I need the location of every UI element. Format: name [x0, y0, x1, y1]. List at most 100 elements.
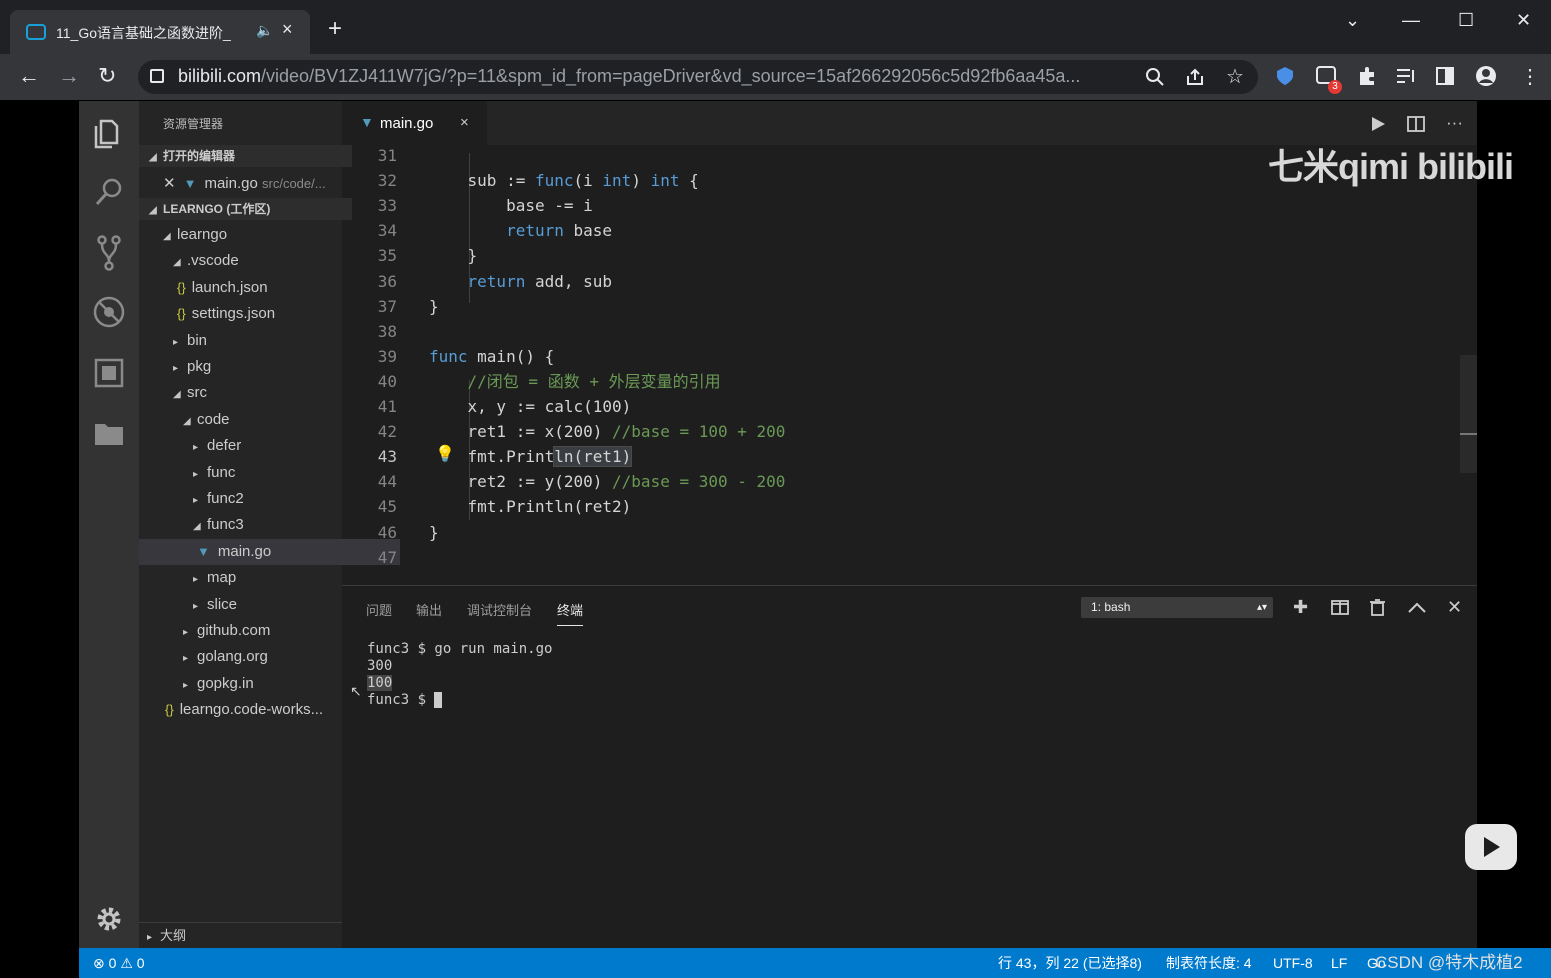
browser-menu-icon[interactable]: ⋮	[1520, 64, 1540, 89]
line-number: 46	[377, 522, 397, 542]
extension-shield-icon[interactable]	[1276, 66, 1294, 86]
tree-item[interactable]: ◢ .vscode	[139, 248, 376, 274]
json-file-icon: {}	[177, 306, 186, 322]
forward-button[interactable]: →	[58, 63, 80, 89]
bookmark-star-icon[interactable]: ☆	[1226, 64, 1244, 89]
code-line[interactable]: fmt.Println(ret2)	[429, 494, 632, 519]
terminal-output[interactable]: func3 $ go run main.go 300 100 func3 $	[367, 641, 552, 709]
scrollbar[interactable]	[1460, 355, 1477, 473]
code-line[interactable]: func main() {	[429, 344, 554, 369]
mouse-pointer-icon: ↖	[350, 683, 362, 699]
line-number: 34	[377, 221, 397, 241]
tab-close-icon[interactable]: ×	[282, 19, 293, 40]
back-button[interactable]: ←	[18, 63, 40, 89]
side-panel-icon[interactable]	[1436, 67, 1454, 85]
extensions-icon[interactable]	[79, 355, 139, 391]
code-line[interactable]: ret2 := y(200) //base = 300 - 200	[429, 469, 786, 494]
open-editor-item[interactable]: ✕ ▼ main.go src/code/...	[139, 171, 366, 197]
editor-tab-main-go[interactable]: ▼ main.go ×	[342, 101, 487, 145]
editor-tab-close-icon[interactable]: ×	[460, 114, 469, 131]
activity-bar	[79, 101, 139, 948]
split-editor-icon[interactable]	[1407, 116, 1425, 132]
tree-item[interactable]: ◢ src	[139, 380, 376, 406]
code-line[interactable]: ret1 := x(200) //base = 100 + 200	[429, 419, 786, 444]
code-line[interactable]: }	[429, 520, 439, 545]
json-file-icon: {}	[177, 279, 186, 295]
tab-output[interactable]: 输出	[416, 600, 442, 619]
share-icon[interactable]	[1186, 68, 1206, 86]
new-tab-button[interactable]: +	[328, 17, 342, 41]
close-window-button[interactable]: ✕	[1516, 10, 1531, 31]
split-terminal-icon[interactable]	[1331, 600, 1349, 615]
browser-tab[interactable]: 11_Go语言基础之函数进阶_ 🔈 ×	[10, 10, 310, 54]
search-icon[interactable]	[79, 175, 139, 211]
more-actions-icon[interactable]: ···	[1446, 113, 1463, 133]
close-icon[interactable]: ✕	[163, 175, 176, 192]
outline-section[interactable]: ▸ 大纲	[139, 922, 342, 949]
lightbulb-icon[interactable]: 💡	[435, 444, 455, 464]
run-icon[interactable]	[1370, 116, 1386, 132]
workspace-section[interactable]: ◢ LEARNGO (工作区)	[139, 198, 352, 220]
bilibili-tv-icon	[26, 24, 46, 40]
code-line[interactable]: x, y := calc(100)	[429, 394, 632, 419]
debug-icon[interactable]	[79, 295, 139, 331]
tab-terminal[interactable]: 终端	[557, 600, 584, 626]
tab-size[interactable]: 制表符长度: 4	[1166, 948, 1252, 978]
close-panel-icon[interactable]: ✕	[1447, 597, 1462, 618]
tree-item-label: slice	[207, 595, 238, 613]
line-ending[interactable]: LF	[1331, 948, 1347, 978]
code-line[interactable]: }	[429, 243, 478, 268]
tab-debug-console[interactable]: 调试控制台	[467, 600, 532, 619]
code-line[interactable]: return add, sub	[429, 269, 613, 294]
maximize-button[interactable]: ☐	[1458, 10, 1474, 31]
code-editor[interactable]: 31 32 sub := func(i int) int {33 base -= …	[342, 143, 1460, 583]
tree-item-label: func	[207, 463, 236, 481]
lock-icon[interactable]	[150, 69, 164, 83]
speaker-icon[interactable]: 🔈	[256, 22, 273, 39]
line-number: 38	[377, 321, 397, 341]
open-editors-section[interactable]: ◢ 打开的编辑器	[139, 145, 352, 167]
tree-item[interactable]: ▸ bin	[139, 328, 376, 354]
code-line[interactable]: base -= i	[429, 193, 593, 218]
explorer-title: 资源管理器	[163, 117, 224, 131]
code-line[interactable]: fmt.Println(ret1)	[429, 444, 633, 469]
source-control-icon[interactable]	[79, 233, 139, 273]
cursor-position[interactable]: 行 43，列 22 (已选择8)	[998, 948, 1142, 978]
code-line[interactable]: }	[429, 294, 439, 319]
address-bar[interactable]: bilibili.com/video/BV1ZJ411W7jG/?p=11&sp…	[138, 60, 1258, 94]
error-icon: ⊗	[93, 955, 105, 971]
line-number: 45	[377, 497, 397, 517]
zoom-icon[interactable]	[1146, 68, 1164, 86]
tree-item-label: func3	[207, 516, 244, 534]
minimize-button[interactable]: —	[1402, 10, 1420, 31]
tree-item[interactable]: ◢ learngo	[139, 222, 366, 248]
explorer-files-icon[interactable]	[79, 115, 139, 151]
trash-icon[interactable]	[1370, 599, 1385, 616]
folder-icon[interactable]	[79, 415, 139, 451]
tree-item-label: map	[207, 569, 237, 587]
profile-avatar-icon[interactable]	[1475, 65, 1497, 87]
tree-item[interactable]: ▸ pkg	[139, 354, 376, 380]
scrollbar-thumb[interactable]	[1460, 433, 1477, 435]
extensions-puzzle-icon[interactable]	[1357, 66, 1377, 86]
url-text[interactable]: bilibili.com/video/BV1ZJ411W7jG/?p=11&sp…	[178, 66, 1133, 87]
line-number: 32	[377, 171, 397, 191]
settings-gear-icon[interactable]	[79, 901, 139, 937]
code-line[interactable]: sub := func(i int) int {	[429, 168, 699, 193]
tab-search-chevron-down-icon[interactable]: ⌄	[1345, 10, 1360, 31]
tree-item[interactable]: {} learngo.code-works...	[139, 697, 368, 723]
media-queue-icon[interactable]	[1396, 67, 1416, 85]
code-line[interactable]: //闭包 = 函数 + 外层变量的引用	[429, 369, 721, 394]
tree-item-label: func2	[207, 490, 244, 507]
encoding[interactable]: UTF-8	[1273, 948, 1313, 978]
reload-button[interactable]: ↻	[98, 63, 116, 89]
chevron-right-icon: ▸	[193, 600, 199, 612]
code-line[interactable]: return base	[429, 218, 612, 243]
maximize-panel-chevron-up-icon[interactable]	[1408, 601, 1426, 613]
tab-problems[interactable]: 问题	[366, 600, 392, 619]
problems-status[interactable]: ⊗ 0 ⚠ 0	[93, 948, 145, 978]
go-file-icon: ▼	[360, 114, 374, 130]
terminal-select[interactable]: 1: bash ▴▾	[1081, 597, 1273, 618]
bilibili-play-icon[interactable]	[1465, 824, 1517, 870]
new-terminal-icon[interactable]: ✚	[1293, 597, 1308, 618]
